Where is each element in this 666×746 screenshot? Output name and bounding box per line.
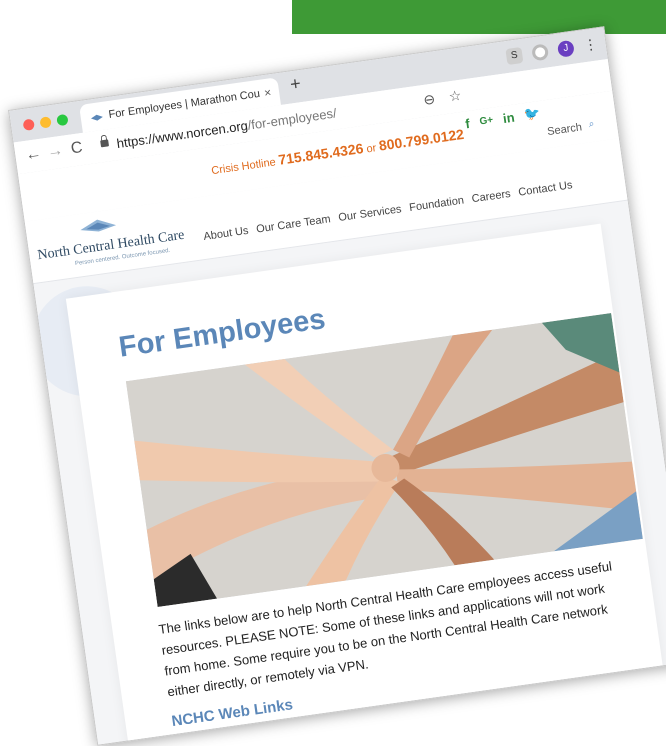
maximize-window-button[interactable] [56, 113, 69, 127]
web-page: Crisis Hotline 715.845.4326 or 800.799.0… [18, 90, 666, 746]
twitter-icon[interactable]: 🐦 [523, 105, 541, 123]
toolbar-icons: S J ⋮ [505, 35, 599, 65]
crisis-phone-1[interactable]: 715.845.4326 [277, 140, 364, 168]
nav-our-care-team[interactable]: Our Care Team [255, 213, 331, 235]
forward-arrow-icon[interactable]: → [46, 142, 64, 162]
bookmark-star-icon[interactable]: ☆ [448, 87, 463, 106]
nav-careers[interactable]: Careers [471, 188, 511, 205]
menu-kebab-icon[interactable]: ⋮ [582, 35, 598, 54]
google-plus-icon[interactable]: G+ [479, 114, 494, 127]
browser-window: For Employees | Marathon Cou × + S J ⋮ ←… [8, 26, 666, 746]
zoom-icon[interactable]: ⊖ [422, 91, 436, 109]
crisis-or: or [365, 142, 378, 156]
back-arrow-icon[interactable]: ← [24, 145, 42, 165]
favicon-icon [90, 114, 103, 121]
search-link[interactable]: Search [546, 121, 582, 138]
profile-avatar[interactable]: J [556, 39, 575, 58]
section-title: NCHC Web Links [170, 696, 294, 731]
logo-mark-icon[interactable] [77, 215, 119, 236]
minimize-window-button[interactable] [39, 116, 52, 129]
url-path: /for-employees/ [246, 105, 338, 133]
address-actions: ⊖ ☆ [422, 87, 462, 109]
close-window-button[interactable] [22, 118, 35, 131]
scene: For Employees | Marathon Cou × + S J ⋮ ←… [0, 0, 666, 746]
extension-circle-icon[interactable] [531, 42, 550, 61]
linkedin-icon[interactable]: in [502, 109, 516, 125]
search-icon[interactable]: ⌕ [588, 119, 595, 131]
tab-close-icon[interactable]: × [262, 78, 273, 107]
nav-foundation[interactable]: Foundation [409, 194, 465, 214]
facebook-icon[interactable]: f [464, 115, 470, 130]
social-links: f G+ in 🐦 [464, 105, 541, 131]
nav-our-services[interactable]: Our Services [338, 203, 403, 224]
extension-s-icon[interactable]: S [505, 46, 524, 65]
crisis-label: Crisis Hotline [210, 156, 277, 178]
new-tab-button[interactable]: + [289, 73, 302, 95]
page-title: For Employees [116, 303, 328, 364]
reload-icon[interactable]: C [70, 139, 84, 158]
nav-about-us[interactable]: About Us [203, 225, 249, 243]
nav-contact-us[interactable]: Contact Us [518, 179, 574, 198]
content-card: For Employees The links below are to hel… [65, 223, 665, 746]
lock-icon [100, 139, 110, 148]
crisis-phone-2[interactable]: 800.799.0122 [378, 126, 465, 154]
main-nav: About Us Our Care Team Our Services Foun… [203, 179, 573, 243]
